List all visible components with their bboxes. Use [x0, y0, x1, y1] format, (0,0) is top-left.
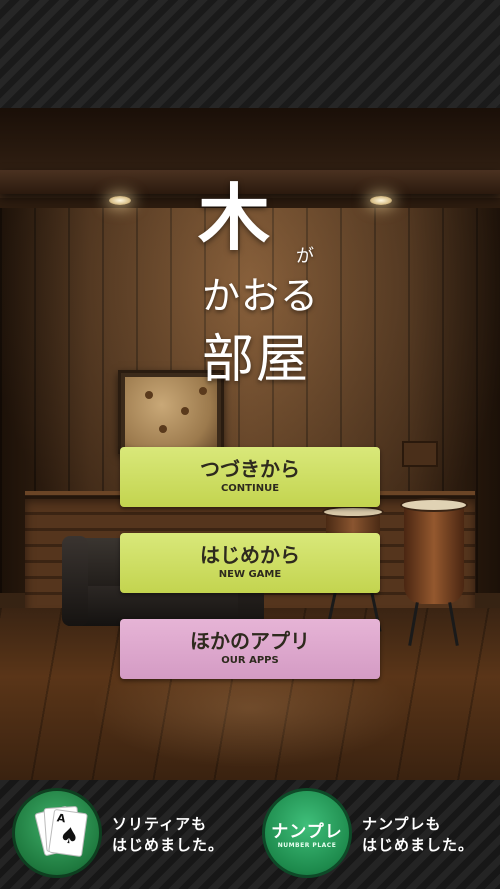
top-banner-area: [0, 0, 500, 108]
number-place-promo-line2: はじめました。: [362, 836, 475, 854]
wall-box: [402, 441, 438, 467]
conga-drum-large: [404, 504, 464, 604]
our-apps-button[interactable]: ほかのアプリ OUR APPS: [120, 619, 380, 679]
promo-bar: ♥ A ♠ ソリティアも はじめました。 ナンプレ NUMBER PLACE ナ…: [0, 780, 500, 889]
new-game-button[interactable]: はじめから NEW GAME: [120, 533, 380, 593]
solitaire-cards-icon: ♥ A ♠: [12, 788, 102, 878]
game-title: 木 が かおる 部屋: [0, 180, 500, 400]
title-line-2: かおる: [202, 274, 320, 318]
number-place-promo-line1: ナンプレも: [362, 815, 442, 833]
title-main: 木: [198, 175, 271, 260]
title-particle: が: [296, 246, 314, 267]
number-place-promo[interactable]: ナンプレ NUMBER PLACE ナンプレも はじめました。: [262, 788, 498, 880]
spade-icon: ♠: [57, 822, 81, 851]
solitaire-promo-line2: はじめました。: [112, 836, 225, 854]
solitaire-promo-line1: ソリティアも: [112, 815, 208, 833]
title-line-3: 部屋: [202, 330, 311, 390]
number-place-icon: ナンプレ NUMBER PLACE: [262, 788, 352, 878]
solitaire-promo[interactable]: ♥ A ♠ ソリティアも はじめました。: [12, 788, 252, 880]
continue-button[interactable]: つづきから CONTINUE: [120, 447, 380, 507]
